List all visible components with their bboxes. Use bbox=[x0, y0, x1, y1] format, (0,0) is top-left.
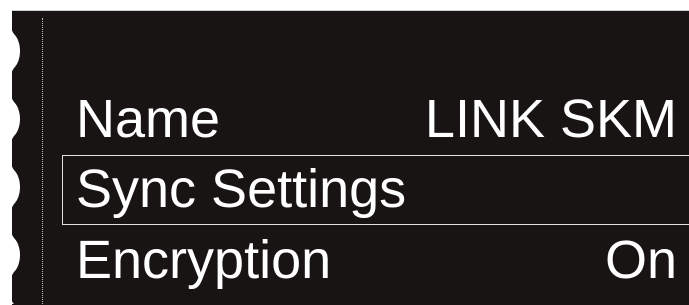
device-display: Name LINK SKM Sync Settings Encryption O… bbox=[0, 0, 689, 305]
menu-item-label: Name bbox=[76, 89, 221, 149]
margin-divider bbox=[42, 18, 43, 304]
menu-item-value: On bbox=[604, 230, 677, 290]
scalloped-edge-decoration bbox=[0, 0, 20, 304]
menu-item-sync-settings[interactable]: Sync Settings bbox=[62, 155, 689, 225]
menu-item-value: LINK SKM bbox=[424, 89, 677, 149]
menu-item-label: Sync Settings bbox=[76, 159, 407, 219]
settings-menu: Name LINK SKM Sync Settings Encryption O… bbox=[62, 84, 689, 295]
menu-item-label: Encryption bbox=[76, 230, 332, 290]
menu-item-name[interactable]: Name LINK SKM bbox=[62, 84, 689, 154]
menu-item-encryption[interactable]: Encryption On bbox=[62, 225, 689, 295]
